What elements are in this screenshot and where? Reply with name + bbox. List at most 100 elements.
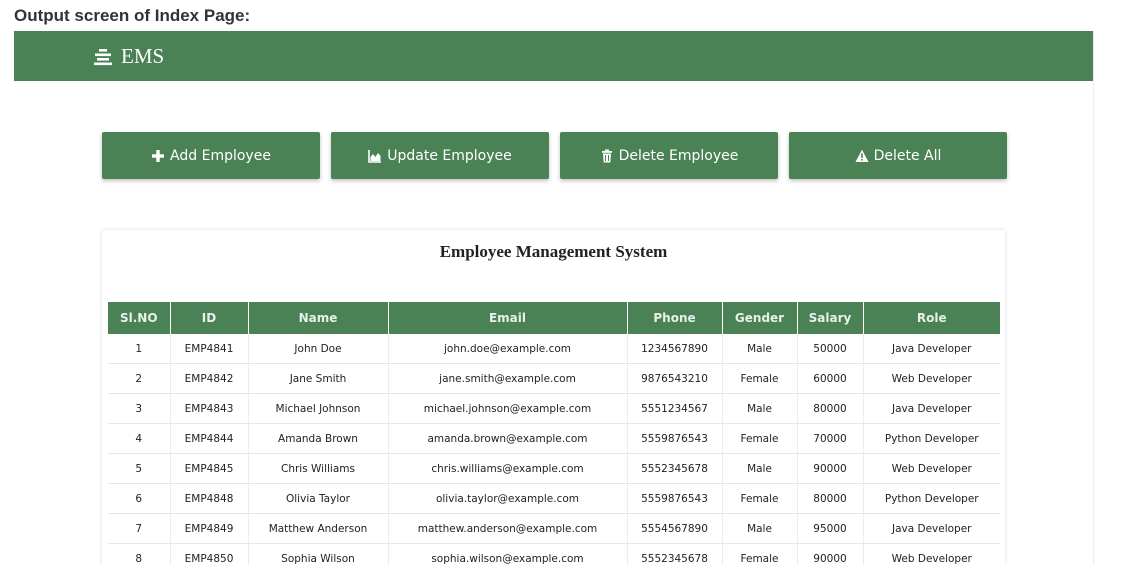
cell-phone: 5552345678 (627, 543, 723, 565)
cell-gender: Female (722, 543, 798, 565)
cell-gender: Female (722, 483, 798, 514)
employee-card: Employee Management System Sl.NO ID Name… (102, 230, 1005, 565)
table-row[interactable]: 3 EMP4843 Michael Johnson michael.johnso… (108, 393, 1000, 424)
cell-slno: 4 (108, 423, 171, 454)
cell-slno: 7 (108, 513, 171, 544)
cell-email: chris.williams@example.com (388, 453, 628, 484)
cell-salary: 50000 (797, 334, 864, 364)
cell-id: EMP4844 (170, 423, 249, 454)
cell-id: EMP4842 (170, 363, 249, 394)
cell-role: Python Developer (863, 483, 1000, 514)
cell-role: Web Developer (863, 363, 1000, 394)
cell-salary: 95000 (797, 513, 864, 544)
col-header-salary[interactable]: Salary (797, 302, 864, 334)
cell-phone: 9876543210 (627, 363, 723, 394)
app-frame: EMS Add Employee Update Employee Delete … (14, 31, 1094, 565)
col-header-id[interactable]: ID (170, 302, 249, 334)
update-employee-button[interactable]: Update Employee (331, 132, 549, 179)
cell-gender: Male (722, 453, 798, 484)
col-header-name[interactable]: Name (248, 302, 389, 334)
cell-name: Jane Smith (248, 363, 389, 394)
plus-icon (152, 149, 165, 162)
cell-id: EMP4849 (170, 513, 249, 544)
cell-role: Python Developer (863, 423, 1000, 454)
brand-link[interactable]: EMS (93, 44, 164, 69)
col-header-role[interactable]: Role (863, 302, 1000, 334)
table-row[interactable]: 2 EMP4842 Jane Smith jane.smith@example.… (108, 363, 1000, 394)
table-header-row: Sl.NO ID Name Email Phone Gender Salary … (108, 302, 1000, 334)
table-row[interactable]: 4 EMP4844 Amanda Brown amanda.brown@exam… (108, 423, 1000, 454)
menu-bars-icon (94, 48, 112, 65)
col-header-gender[interactable]: Gender (722, 302, 798, 334)
navbar: EMS (14, 31, 1093, 81)
cell-slno: 2 (108, 363, 171, 394)
cell-gender: Male (722, 393, 798, 424)
cell-id: EMP4848 (170, 483, 249, 514)
cell-email: john.doe@example.com (388, 334, 628, 364)
cell-email: matthew.anderson@example.com (388, 513, 628, 544)
cell-salary: 60000 (797, 363, 864, 394)
cell-salary: 80000 (797, 483, 864, 514)
col-header-phone[interactable]: Phone (627, 302, 723, 334)
delete-employee-button[interactable]: Delete Employee (560, 132, 778, 179)
cell-role: Java Developer (863, 513, 1000, 544)
cell-email: jane.smith@example.com (388, 363, 628, 394)
cell-id: EMP4845 (170, 453, 249, 484)
table-row[interactable]: 1 EMP4841 John Doe john.doe@example.com … (108, 334, 1000, 364)
cell-gender: Female (722, 363, 798, 394)
add-employee-button[interactable]: Add Employee (102, 132, 320, 179)
cell-phone: 5559876543 (627, 483, 723, 514)
cell-email: amanda.brown@example.com (388, 423, 628, 454)
cell-slno: 1 (108, 334, 171, 364)
cell-phone: 1234567890 (627, 334, 723, 364)
table-row[interactable]: 6 EMP4848 Olivia Taylor olivia.taylor@ex… (108, 483, 1000, 514)
table-row[interactable]: 5 EMP4845 Chris Williams chris.williams@… (108, 453, 1000, 484)
add-employee-label: Add Employee (170, 147, 271, 164)
cell-email: michael.johnson@example.com (388, 393, 628, 424)
cell-phone: 5554567890 (627, 513, 723, 544)
delete-all-label: Delete All (873, 147, 942, 164)
cell-name: Michael Johnson (248, 393, 389, 424)
cell-role: Java Developer (863, 393, 1000, 424)
area-chart-icon (368, 149, 382, 163)
cell-email: sophia.wilson@example.com (388, 543, 628, 565)
table-row[interactable]: 7 EMP4849 Matthew Anderson matthew.ander… (108, 513, 1000, 544)
cell-slno: 6 (108, 483, 171, 514)
cell-name: Amanda Brown (248, 423, 389, 454)
cell-name: Sophia Wilson (248, 543, 389, 565)
delete-all-button[interactable]: Delete All (789, 132, 1007, 179)
cell-gender: Male (722, 334, 798, 364)
cell-salary: 90000 (797, 543, 864, 565)
cell-email: olivia.taylor@example.com (388, 483, 628, 514)
cell-role: Web Developer (863, 543, 1000, 565)
cell-id: EMP4841 (170, 334, 249, 364)
cell-id: EMP4850 (170, 543, 249, 565)
cell-phone: 5551234567 (627, 393, 723, 424)
cell-gender: Male (722, 513, 798, 544)
brand-name: EMS (121, 44, 165, 68)
cell-salary: 70000 (797, 423, 864, 454)
cell-slno: 3 (108, 393, 171, 424)
update-employee-label: Update Employee (387, 147, 512, 164)
cell-phone: 5559876543 (627, 423, 723, 454)
cell-name: John Doe (248, 334, 389, 364)
col-header-email[interactable]: Email (388, 302, 628, 334)
table-title: Employee Management System (439, 242, 668, 261)
cell-name: Matthew Anderson (248, 513, 389, 544)
table-row[interactable]: 8 EMP4850 Sophia Wilson sophia.wilson@ex… (108, 543, 1000, 565)
cell-role: Java Developer (863, 334, 1000, 364)
trash-icon (601, 149, 612, 162)
col-header-slno[interactable]: Sl.NO (108, 302, 171, 334)
warning-icon (855, 149, 869, 162)
cell-gender: Female (722, 423, 798, 454)
cell-slno: 8 (108, 543, 171, 565)
cell-name: Olivia Taylor (248, 483, 389, 514)
cell-name: Chris Williams (248, 453, 389, 484)
cell-phone: 5552345678 (627, 453, 723, 484)
delete-employee-label: Delete Employee (618, 147, 739, 164)
cell-id: EMP4843 (170, 393, 249, 424)
employee-table: Sl.NO ID Name Email Phone Gender Salary … (108, 302, 1000, 565)
cell-role: Web Developer (863, 453, 1000, 484)
cell-salary: 90000 (797, 453, 864, 484)
page-caption: Output screen of Index Page: (14, 6, 251, 25)
